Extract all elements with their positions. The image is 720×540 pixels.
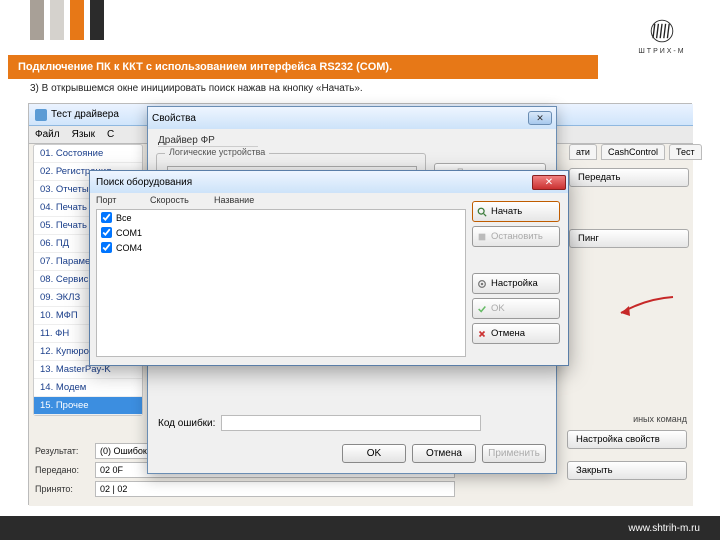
page-heading: Подключение ПК к ККТ с использованием ин… [8,55,598,79]
ping-button[interactable]: Пинг [569,229,689,248]
sent-label: Передано: [35,465,95,475]
recv-label: Принято: [35,484,95,494]
error-label: Код ошибки: [158,418,215,429]
send-button[interactable]: Передать [569,168,689,187]
port-checkbox[interactable] [101,242,112,253]
ports-list[interactable]: Все COM1 COM4 [96,209,466,357]
search-hardware-dialog: Поиск оборудования ✕ Порт Скорость Назва… [89,170,569,366]
apply-button[interactable]: Применить [482,444,546,463]
stop-search-button[interactable]: Остановить [472,226,560,247]
sidebar-item-0[interactable]: 01. Состояние [34,145,142,163]
result-label: Результат: [35,446,95,456]
sidebar-item-13[interactable]: 14. Модем [34,379,142,397]
setup-button[interactable]: Настройка [472,273,560,294]
check-icon [477,304,487,314]
group-label: Логические устройства [165,147,269,157]
search-icon [477,207,487,217]
search-title-bar: Поиск оборудования ✕ [90,171,568,193]
port-label: COM4 [116,243,142,253]
tab-print[interactable]: ати [569,144,597,160]
brand-name: ШТРИХ-М [634,48,690,55]
menu-lang[interactable]: Язык [72,129,95,140]
properties-title-bar: Свойства ✕ [148,107,556,129]
cancel-icon [477,329,487,339]
port-row-1[interactable]: COM1 [97,225,465,240]
port-label: COM1 [116,228,142,238]
col-name: Название [214,195,254,205]
ok-label: OK [491,303,505,314]
properties-settings-button[interactable]: Настройка свойств [567,430,687,449]
search-title: Поиск оборудования [96,177,192,188]
brand-logo: ШТРИХ-М [634,18,690,55]
right-label: иных команд [567,414,687,424]
stop-label: Остановить [491,231,543,242]
close-button[interactable]: Закрыть [567,461,687,480]
ok-button[interactable]: OK [472,298,560,319]
right-panel: ати CashControl Тест Передать Пинг [569,144,689,260]
cancel-label: Отмена [491,328,525,339]
app-icon [35,109,47,121]
recv-field[interactable] [95,481,455,497]
brand-stripes [30,0,104,40]
cancel-button[interactable]: Отмена [412,444,476,463]
port-checkbox[interactable] [101,227,112,238]
port-label: Все [116,213,132,223]
sidebar-item-14[interactable]: 15. Прочее [34,397,142,415]
tab-cashcontrol[interactable]: CashControl [601,144,665,160]
start-search-button[interactable]: Начать [472,201,560,222]
search-columns: Порт Скорость Название [96,195,254,205]
window-title: Тест драйвера [51,109,119,120]
step-instruction: 3) В открывшемся окне инициировать поиск… [30,83,363,94]
gear-icon [477,279,487,289]
col-port: Порт [96,195,144,205]
cancel-button[interactable]: Отмена [472,323,560,344]
setup-label: Настройка [491,278,538,289]
menu-file[interactable]: Файл [35,129,60,140]
properties-title: Свойства [152,113,196,124]
menu-misc[interactable]: С [107,129,114,140]
error-field[interactable] [221,415,481,431]
ok-button[interactable]: OK [342,444,406,463]
tab-test[interactable]: Тест [669,144,702,160]
screenshot-area: Тест драйвера Файл Язык С 01. Состояние0… [28,103,692,505]
col-speed: Скорость [150,195,208,205]
properties-header: Драйвер ФР [158,135,258,147]
close-icon[interactable]: ✕ [528,111,552,125]
port-row-0[interactable]: Все [97,210,465,225]
footer-site: www.shtrih-m.ru [628,523,700,534]
footer-bar: www.shtrih-m.ru [0,516,720,540]
port-row-2[interactable]: COM4 [97,240,465,255]
stop-icon [477,232,487,242]
close-icon[interactable]: ✕ [532,175,566,190]
start-label: Начать [491,206,522,217]
port-checkbox[interactable] [101,212,112,223]
